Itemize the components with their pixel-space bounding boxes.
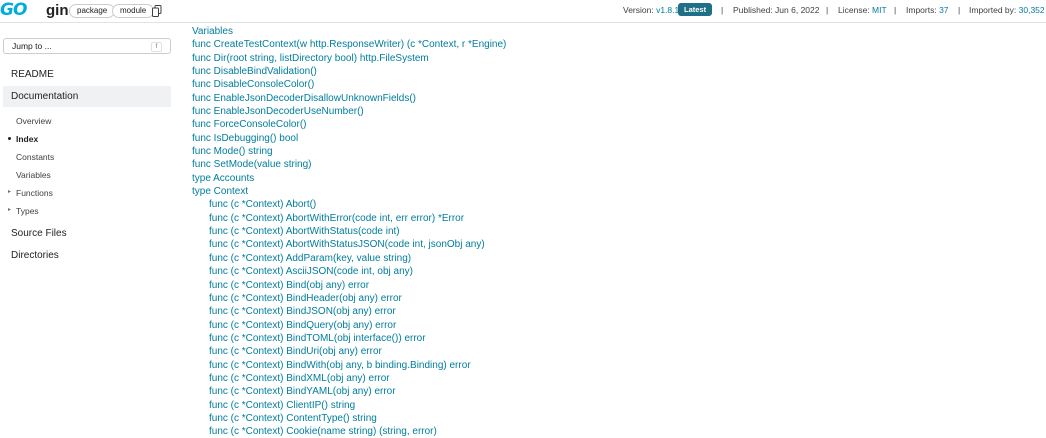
sidebar-item-overview[interactable]: Overview bbox=[16, 116, 51, 126]
version-label: Version: bbox=[623, 5, 654, 15]
index-link[interactable]: type Accounts bbox=[192, 172, 254, 185]
package-name: gin bbox=[46, 2, 69, 19]
top-header: GO gin package module Version: v1.8.1 La… bbox=[0, 0, 1046, 23]
imports-label: Imports: bbox=[906, 5, 937, 15]
go-logo-text: GO bbox=[0, 0, 27, 20]
index-method-link[interactable]: func (c *Context) BindQuery(obj any) err… bbox=[209, 319, 396, 332]
index-link[interactable]: func EnableJsonDecoderDisallowUnknownFie… bbox=[192, 92, 416, 105]
index-link[interactable]: func DisableConsoleColor() bbox=[192, 78, 314, 91]
index-method-link[interactable]: func (c *Context) ContentType() string bbox=[209, 412, 377, 425]
index-link[interactable]: func EnableJsonDecoderUseNumber() bbox=[192, 105, 364, 118]
copy-icon[interactable] bbox=[152, 4, 162, 17]
index-method-link[interactable]: func (c *Context) Cookie(name string) (s… bbox=[209, 425, 437, 438]
sidebar-directories[interactable]: Directories bbox=[11, 250, 59, 261]
index-link[interactable]: func Mode() string bbox=[192, 145, 273, 158]
chevron-right-icon[interactable]: ▸ bbox=[8, 188, 11, 195]
jump-shortcut-key: f bbox=[151, 42, 162, 52]
imported-by-label: Imported by: bbox=[969, 5, 1017, 15]
license-info: License: MIT bbox=[838, 4, 887, 16]
index-method-link[interactable]: func (c *Context) ClientIP() string bbox=[209, 399, 355, 412]
index-link[interactable]: func SetMode(value string) bbox=[192, 158, 312, 171]
imported-by-link[interactable]: 30,352 bbox=[1019, 5, 1045, 15]
index-method-link[interactable]: func (c *Context) AbortWithError(code in… bbox=[209, 212, 464, 225]
index-method-link[interactable]: func (c *Context) BindUri(obj any) error bbox=[209, 345, 382, 358]
version-info: Version: v1.8.1 bbox=[623, 4, 679, 16]
sidebar-item-functions[interactable]: Functions bbox=[16, 188, 53, 198]
sidebar-item-constants[interactable]: Constants bbox=[16, 152, 54, 162]
index-link[interactable]: func CreateTestContext(w http.ResponseWr… bbox=[192, 38, 506, 51]
imports-info: Imports: 37 bbox=[906, 4, 949, 16]
separator: | bbox=[826, 5, 829, 15]
latest-badge: Latest bbox=[678, 3, 713, 16]
index-method-link[interactable]: func (c *Context) Abort() bbox=[209, 198, 316, 211]
imported-by-info: Imported by: 30,352 bbox=[969, 4, 1045, 16]
published-date: Published: Jun 6, 2022 bbox=[733, 5, 820, 15]
index-link[interactable]: func DisableBindValidation() bbox=[192, 65, 317, 78]
sidebar-source-files[interactable]: Source Files bbox=[11, 228, 67, 239]
index-method-link[interactable]: func (c *Context) BindJSON(obj any) erro… bbox=[209, 305, 396, 318]
sidebar-readme[interactable]: README bbox=[11, 69, 54, 80]
imports-link[interactable]: 37 bbox=[939, 5, 948, 15]
separator: | bbox=[958, 5, 961, 15]
sidebar-documentation[interactable]: Documentation bbox=[11, 91, 78, 102]
go-logo[interactable]: GO bbox=[0, 0, 27, 20]
sidebar-item-index[interactable]: Index bbox=[16, 134, 38, 144]
package-chip: package bbox=[69, 4, 116, 18]
index-method-link[interactable]: func (c *Context) AbortWithStatusJSON(co… bbox=[209, 238, 485, 251]
index-method-link[interactable]: func (c *Context) Bind(obj any) error bbox=[209, 279, 369, 292]
index-link[interactable]: Variables bbox=[192, 25, 233, 38]
index-method-link[interactable]: func (c *Context) BindHeader(obj any) er… bbox=[209, 292, 402, 305]
license-label: License: bbox=[838, 5, 870, 15]
active-bullet-icon bbox=[8, 137, 11, 140]
index-link[interactable]: func Dir(root string, listDirectory bool… bbox=[192, 52, 429, 65]
index-method-link[interactable]: func (c *Context) BindXML(obj any) error bbox=[209, 372, 390, 385]
index-link[interactable]: func IsDebugging() bool bbox=[192, 132, 298, 145]
index-method-link[interactable]: func (c *Context) BindWith(obj any, b bi… bbox=[209, 359, 471, 372]
index-method-link[interactable]: func (c *Context) BindYAML(obj any) erro… bbox=[209, 385, 396, 398]
separator: | bbox=[894, 5, 897, 15]
sidebar-item-variables[interactable]: Variables bbox=[16, 170, 51, 180]
index-method-link[interactable]: func (c *Context) AsciiJSON(code int, ob… bbox=[209, 265, 413, 278]
license-link[interactable]: MIT bbox=[872, 5, 887, 15]
index-link[interactable]: type Context bbox=[192, 185, 248, 198]
index-method-link[interactable]: func (c *Context) BindTOML(obj interface… bbox=[209, 332, 426, 345]
sidebar-item-types[interactable]: Types bbox=[16, 206, 39, 216]
chevron-right-icon[interactable]: ▸ bbox=[8, 206, 11, 213]
jump-to-input[interactable] bbox=[12, 41, 142, 51]
separator: | bbox=[721, 5, 724, 15]
index-method-link[interactable]: func (c *Context) AbortWithStatus(code i… bbox=[209, 225, 400, 238]
version-link[interactable]: v1.8.1 bbox=[656, 5, 679, 15]
module-chip: module bbox=[112, 4, 155, 18]
index-link[interactable]: func ForceConsoleColor() bbox=[192, 118, 307, 131]
index-method-link[interactable]: func (c *Context) AddParam(key, value st… bbox=[209, 252, 411, 265]
jump-to-box[interactable]: f bbox=[3, 38, 171, 54]
